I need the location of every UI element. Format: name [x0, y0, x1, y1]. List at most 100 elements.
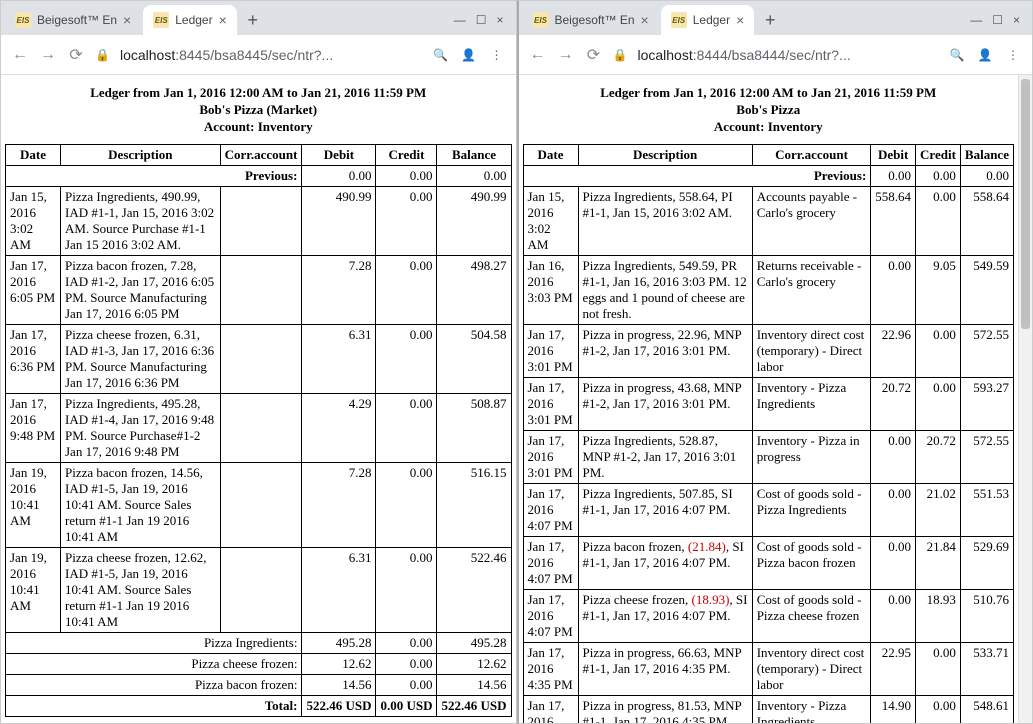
col-balance: Balance	[960, 144, 1013, 165]
page-content: Ledger from Jan 1, 2016 12:00 AM to Jan …	[519, 75, 1019, 723]
cell-date: Jan 17, 2016 9:48 PM	[6, 393, 61, 462]
total-label: Total:	[6, 695, 302, 716]
subtotal-row: Pizza bacon frozen:14.560.0014.56	[6, 674, 512, 695]
table-row: Jan 17, 2016 6:36 PMPizza cheese frozen,…	[6, 324, 512, 393]
favicon-icon: EIS	[153, 12, 169, 28]
forward-icon[interactable]: →	[39, 46, 57, 64]
col-credit: Credit	[916, 144, 961, 165]
cell-desc: Pizza Ingredients, 558.64, PI #1-1, Jan …	[578, 186, 752, 255]
reload-icon[interactable]: ⟳	[585, 45, 603, 65]
window-controls: — ☐ ×	[970, 13, 1028, 27]
table-row: Jan 17, 2016 4:07 PMPizza cheese frozen,…	[523, 589, 1014, 642]
cell-debit: 6.31	[302, 547, 376, 632]
close-window-icon[interactable]: ×	[496, 13, 503, 27]
cell-corr: Cost of goods sold - Pizza cheese frozen	[752, 589, 871, 642]
close-window-icon[interactable]: ×	[1013, 13, 1020, 27]
ledger-title-line: Ledger from Jan 1, 2016 12:00 AM to Jan …	[5, 85, 512, 102]
previous-row: Previous:0.000.000.00	[523, 165, 1014, 186]
reload-icon[interactable]: ⟳	[67, 45, 85, 65]
cell-date: Jan 17, 2016 4:07 PM	[523, 536, 578, 589]
table-row: Jan 16, 2016 3:03 PMPizza Ingredients, 5…	[523, 255, 1014, 324]
close-icon[interactable]: ×	[641, 12, 649, 28]
search-icon[interactable]: 🔍	[948, 48, 966, 62]
ledger-table: Date Description Corr.account Debit Cred…	[523, 144, 1015, 723]
cell-debit: 0.00	[871, 536, 916, 589]
cell-corr: Inventory - Pizza in progress	[752, 430, 871, 483]
maximize-icon[interactable]: ☐	[992, 13, 1003, 27]
search-icon[interactable]: 🔍	[432, 48, 450, 62]
cell-corr	[220, 462, 302, 547]
cell-balance: 533.71	[960, 642, 1013, 695]
minimize-icon[interactable]: —	[454, 13, 466, 27]
cell-balance: 522.46	[437, 547, 511, 632]
tab-ledger[interactable]: EIS Ledger ×	[143, 5, 237, 35]
subtotal-row: Pizza cheese frozen:12.620.0012.62	[6, 653, 512, 674]
url-field[interactable]: localhost:8445/bsa8445/sec/ntr?...	[120, 47, 422, 63]
lock-icon: 🔒	[613, 48, 628, 62]
url-host: localhost	[637, 47, 692, 63]
back-icon[interactable]: ←	[529, 46, 547, 64]
cell-balance: 529.69	[960, 536, 1013, 589]
table-row: Jan 15, 2016 3:02 AMPizza Ingredients, 5…	[523, 186, 1014, 255]
cell-date: Jan 19, 2016 10:41 AM	[6, 462, 61, 547]
cell-debit: 6.31	[302, 324, 376, 393]
back-icon[interactable]: ←	[11, 46, 29, 64]
col-date: Date	[523, 144, 578, 165]
cell-balance: 504.58	[437, 324, 511, 393]
close-icon[interactable]: ×	[736, 12, 744, 28]
new-tab-button[interactable]: +	[239, 6, 267, 34]
cell-corr	[220, 324, 302, 393]
subtotal-balance: 12.62	[437, 653, 511, 674]
close-icon[interactable]: ×	[219, 12, 227, 28]
cell-credit: 0.00	[376, 393, 437, 462]
forward-icon[interactable]: →	[557, 46, 575, 64]
cell-corr	[220, 547, 302, 632]
profile-icon[interactable]: 👤	[460, 48, 478, 62]
cell-balance: 558.64	[960, 186, 1013, 255]
tab-beigesoft[interactable]: EIS Beigesoft™ En ×	[5, 5, 141, 35]
menu-icon[interactable]: ⋮	[488, 48, 506, 62]
tab-ledger[interactable]: EIS Ledger ×	[661, 5, 755, 35]
cell-corr	[220, 255, 302, 324]
cell-desc: Pizza in progress, 22.96, MNP #1-2, Jan …	[578, 324, 752, 377]
new-tab-button[interactable]: +	[756, 6, 784, 34]
ledger-title-line: Ledger from Jan 1, 2016 12:00 AM to Jan …	[523, 85, 1015, 102]
cell-credit: 0.00	[916, 695, 961, 723]
lock-icon: 🔒	[95, 48, 110, 62]
maximize-icon[interactable]: ☐	[476, 13, 487, 27]
cell-date: Jan 17, 2016 4:07 PM	[523, 483, 578, 536]
cell-corr: Returns receivable - Carlo's grocery	[752, 255, 871, 324]
cell-date: Jan 17, 2016 3:01 PM	[523, 377, 578, 430]
cell-debit: 4.29	[302, 393, 376, 462]
total-row: Total:522.46 USD0.00 USD522.46 USD	[6, 695, 512, 716]
cell-credit: 0.00	[376, 324, 437, 393]
prev-balance: 0.00	[960, 165, 1013, 186]
cell-date: Jan 15, 2016 3:02 AM	[6, 186, 61, 255]
cell-date: Jan 17, 2016 4:35 PM	[523, 695, 578, 723]
menu-icon[interactable]: ⋮	[1004, 48, 1022, 62]
subtotal-debit: 12.62	[302, 653, 376, 674]
url-field[interactable]: localhost:8444/bsa8444/sec/ntr?...	[637, 47, 938, 63]
profile-icon[interactable]: 👤	[976, 48, 994, 62]
subtotal-label: Pizza cheese frozen:	[6, 653, 302, 674]
ledger-table: Date Description Corr.account Debit Cred…	[5, 144, 512, 717]
ledger-title: Ledger from Jan 1, 2016 12:00 AM to Jan …	[523, 85, 1015, 136]
minimize-icon[interactable]: —	[970, 13, 982, 27]
tab-title: Beigesoft™ En	[555, 13, 635, 27]
prev-debit: 0.00	[871, 165, 916, 186]
cell-credit: 0.00	[916, 377, 961, 430]
cell-balance: 498.27	[437, 255, 511, 324]
col-desc: Description	[61, 144, 221, 165]
tab-beigesoft[interactable]: EIS Beigesoft™ En ×	[523, 5, 659, 35]
cell-balance: 572.55	[960, 430, 1013, 483]
ledger-org: Bob's Pizza	[523, 102, 1015, 119]
previous-label: Previous:	[523, 165, 871, 186]
total-credit: 0.00 USD	[376, 695, 437, 716]
col-balance: Balance	[437, 144, 511, 165]
scrollbar-thumb[interactable]	[1021, 79, 1030, 329]
cell-desc: Pizza cheese frozen, (18.93), SI #1-1, J…	[578, 589, 752, 642]
scrollbar[interactable]	[1018, 75, 1032, 723]
cell-debit: 0.00	[871, 589, 916, 642]
url-path: /bsa8445/sec/ntr?...	[210, 47, 333, 63]
close-icon[interactable]: ×	[123, 12, 131, 28]
